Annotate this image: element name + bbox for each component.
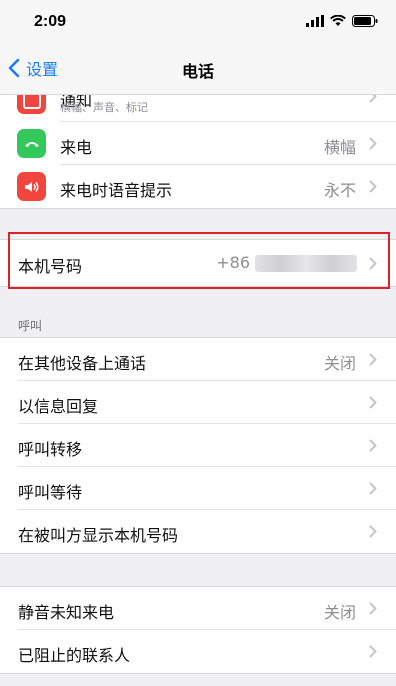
status-time: 2:09 [34,13,67,30]
notifications-icon [17,95,46,114]
chevron-right-icon [369,353,377,366]
list-item-silence-unknown[interactable]: 静音未知来电 关闭 [0,587,396,630]
chevron-right-icon [369,95,377,103]
list-item-respond-with-text[interactable]: 以信息回复 [0,381,396,424]
list-item-announce-calls[interactable]: 来电时语音提示 永不 [0,165,396,208]
item-label: 在其他设备上通话 [18,354,147,373]
navigation-bar: 设置 电话 [0,44,396,95]
blocking-group: 静音未知来电 关闭 已阻止的联系人 [0,586,396,674]
list-item-calls-other-devices[interactable]: 在其他设备上通话 关闭 [0,338,396,381]
chevron-right-icon [369,180,377,193]
announce-calls-value: 永不 [323,181,356,200]
item-value: 关闭 [323,603,356,622]
item-label: 已阻止的联系人 [18,646,131,665]
wifi-icon [330,15,346,26]
announce-calls-label: 来电时语音提示 [60,181,173,200]
section-header-calls: 呼叫 [18,319,43,333]
list-item-call-waiting[interactable]: 呼叫等待 [0,467,396,510]
list-item-show-caller-id[interactable]: 在被叫方显示本机号码 [0,510,396,553]
calls-group: 在其他设备上通话 关闭 以信息回复 呼叫转移 呼叫等待 在被叫方显示本机号码 [0,337,396,554]
ringtone-label: 来电 [60,138,93,157]
phone-icon [17,129,46,158]
list-item-call-forwarding[interactable]: 呼叫转移 [0,424,396,467]
chevron-right-icon [369,439,377,452]
battery-icon [352,15,378,27]
list-item-blocked-contacts[interactable]: 已阻止的联系人 [0,630,396,673]
list-item-notifications[interactable]: 通知 横幅、声音、标记 [0,95,396,122]
chevron-right-icon [369,482,377,495]
item-label: 以信息回复 [18,397,99,416]
chevron-right-icon [369,396,377,409]
status-icons [306,15,378,27]
notifications-subtitle: 横幅、声音、标记 [60,101,148,114]
notification-group: 通知 横幅、声音、标记 来电 横幅 来电时语音提示 永不 [0,95,396,209]
status-bar: 2:09 [0,0,396,44]
highlight-box [8,232,390,289]
item-label: 呼叫等待 [18,483,83,502]
chevron-right-icon [369,525,377,538]
item-label: 静音未知来电 [18,603,115,622]
chevron-right-icon [369,602,377,615]
item-value: 关闭 [323,354,356,373]
page-title: 电话 [181,62,214,81]
chevron-right-icon [369,137,377,150]
chevron-right-icon [369,645,377,658]
speaker-icon [17,172,46,201]
list-item-ringtone[interactable]: 来电 横幅 [0,122,396,165]
item-label: 在被叫方显示本机号码 [18,526,179,545]
item-label: 呼叫转移 [18,440,83,459]
ringtone-value: 横幅 [323,138,356,157]
cellular-signal-icon [306,15,324,27]
